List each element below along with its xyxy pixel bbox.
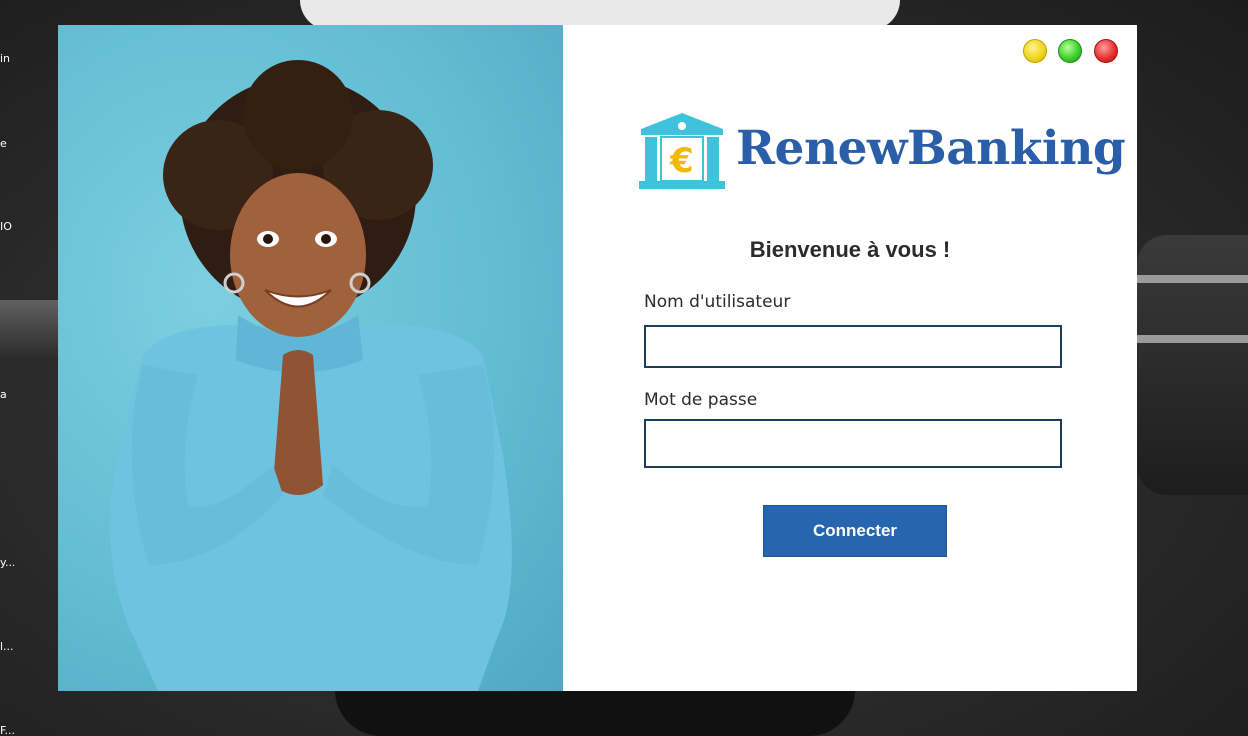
password-input[interactable] — [644, 419, 1062, 468]
connect-button[interactable]: Connecter — [763, 505, 947, 557]
desktop-icon-label[interactable]: F... — [0, 724, 14, 736]
minimize-icon[interactable] — [1023, 39, 1047, 63]
password-label: Mot de passe — [644, 390, 758, 410]
desktop-background-left — [0, 300, 58, 360]
login-window: € RenewBanking Bienvenue à vous ! Nom d'… — [58, 25, 1137, 691]
desktop-background-right — [1137, 235, 1248, 495]
decor-stripe — [1137, 275, 1248, 283]
maximize-icon[interactable] — [1058, 39, 1082, 63]
username-input[interactable] — [644, 325, 1062, 368]
desktop-icon-label[interactable]: l... — [0, 640, 14, 653]
close-icon[interactable] — [1094, 39, 1118, 63]
desktop-icon-label[interactable]: e — [0, 137, 14, 150]
svg-text:€: € — [669, 141, 694, 181]
bank-euro-icon: € — [639, 113, 725, 189]
smiling-woman-image — [110, 60, 512, 691]
hero-photo — [58, 25, 563, 691]
brand-name: RenewBanking — [736, 121, 1126, 176]
decor-stripe — [1137, 335, 1248, 343]
desktop-icon-label[interactable]: in — [0, 52, 14, 65]
desktop-icon-label[interactable]: y... — [0, 556, 14, 569]
login-form-panel: € RenewBanking Bienvenue à vous ! Nom d'… — [563, 25, 1137, 691]
desktop-icon-label[interactable]: a — [0, 388, 14, 401]
welcome-heading: Bienvenue à vous ! — [749, 237, 951, 262]
desktop-background-bottom — [335, 690, 855, 736]
username-label: Nom d'utilisateur — [644, 292, 791, 312]
desktop-icon-label[interactable]: IO — [0, 220, 14, 233]
